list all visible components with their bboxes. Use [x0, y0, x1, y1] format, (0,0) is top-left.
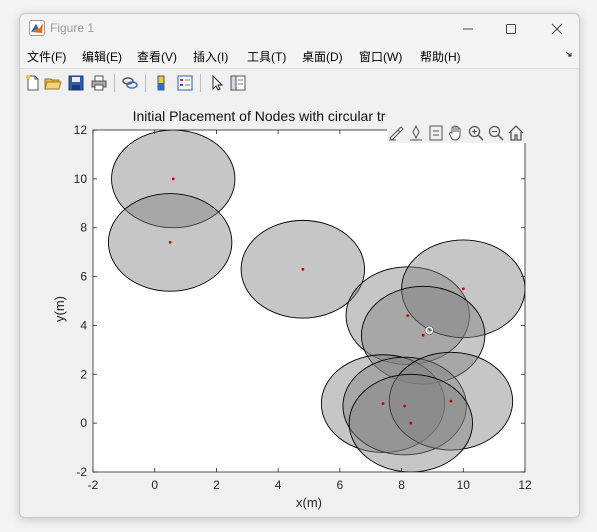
edit-brush-icon[interactable]	[387, 124, 405, 142]
toolbar-separator	[200, 74, 201, 92]
figure-window: Figure 1 文件(F) 编辑(E) 查看(V) 插入(I) 工具(T) 桌…	[19, 13, 580, 518]
figure-toolbar	[20, 68, 579, 98]
data-tip-icon[interactable]	[407, 124, 425, 142]
legend-icon[interactable]	[176, 74, 194, 92]
x-tick-label: -2	[88, 478, 99, 492]
menu-insert[interactable]: 插入(I)	[193, 48, 228, 65]
node-point	[461, 287, 465, 291]
y-tick-label: 6	[80, 270, 87, 284]
zoom-in-icon[interactable]	[467, 124, 485, 142]
figure-canvas: -2 0 2 4 6 8 10 12 -2 0 2 4 6 8 10 12 Initial Placement…	[20, 97, 579, 517]
node-point	[449, 399, 453, 403]
node-point	[403, 404, 407, 408]
menu-desktop[interactable]: 桌面(D)	[302, 48, 343, 65]
new-figure-icon[interactable]	[24, 74, 42, 92]
print-icon[interactable]	[90, 74, 108, 92]
save-icon[interactable]	[67, 74, 85, 92]
maximize-icon	[506, 24, 516, 34]
plot-title: Initial Placement of Nodes with circular…	[133, 108, 386, 124]
y-tick-label: 0	[80, 416, 87, 430]
node-point	[409, 421, 413, 425]
menu-edit[interactable]: 编辑(E)	[82, 48, 122, 65]
y-tick-label: 2	[80, 367, 87, 381]
title-bar: Figure 1	[20, 14, 579, 44]
node-point	[168, 240, 172, 244]
restore-view-icon[interactable]	[427, 124, 445, 142]
y-tick-label: 4	[80, 318, 87, 332]
y-tick-label: 12	[74, 123, 88, 137]
close-icon	[551, 23, 563, 35]
pointer-icon[interactable]	[208, 74, 226, 92]
colorbar-icon[interactable]	[152, 74, 170, 92]
toolbar-separator	[145, 74, 146, 92]
matlab-logo-icon	[29, 20, 45, 36]
node-point	[406, 314, 410, 318]
axes-toolbar	[387, 123, 527, 143]
x-axis-label: x(m)	[296, 495, 322, 510]
x-tick-label: 8	[398, 478, 405, 492]
menu-tools[interactable]: 工具(T)	[247, 48, 286, 65]
window-title: Figure 1	[50, 21, 95, 35]
chevron-right-icon[interactable]	[565, 50, 573, 58]
x-tick-label: 6	[337, 478, 344, 492]
home-icon[interactable]	[507, 124, 525, 142]
x-tick-label: 0	[151, 478, 158, 492]
maximize-button[interactable]	[500, 18, 522, 40]
link-plot-icon[interactable]	[121, 74, 139, 92]
zoom-out-icon[interactable]	[487, 124, 505, 142]
x-tick-label: 12	[518, 478, 532, 492]
x-tick-label: 10	[457, 478, 471, 492]
close-button[interactable]	[546, 18, 568, 40]
menu-file[interactable]: 文件(F)	[27, 48, 66, 65]
node-point	[301, 267, 305, 271]
menu-view[interactable]: 查看(V)	[137, 48, 177, 65]
property-editor-icon[interactable]	[229, 74, 247, 92]
x-tick-label: 4	[275, 478, 282, 492]
y-axis-label: y(m)	[52, 296, 67, 322]
y-tick-label: 10	[74, 172, 88, 186]
node-point	[171, 177, 175, 181]
node-point	[381, 402, 385, 405]
plot-svg[interactable]: -2 0 2 4 6 8 10 12 -2 0 2 4 6 8 10 12 Initial Placement…	[20, 97, 579, 517]
pan-hand-icon[interactable]	[447, 124, 465, 142]
menu-bar: 文件(F) 编辑(E) 查看(V) 插入(I) 工具(T) 桌面(D) 窗口(W…	[20, 44, 579, 68]
y-tick-label: -2	[76, 465, 87, 479]
x-tick-label: 2	[213, 478, 220, 492]
open-file-icon[interactable]	[44, 74, 62, 92]
minimize-button[interactable]	[457, 18, 479, 40]
y-tick-label: 8	[80, 221, 87, 235]
minimize-icon	[463, 28, 473, 30]
node-point	[421, 333, 425, 337]
menu-help[interactable]: 帮助(H)	[420, 48, 461, 65]
toolbar-separator	[114, 74, 115, 92]
menu-window[interactable]: 窗口(W)	[359, 48, 402, 65]
